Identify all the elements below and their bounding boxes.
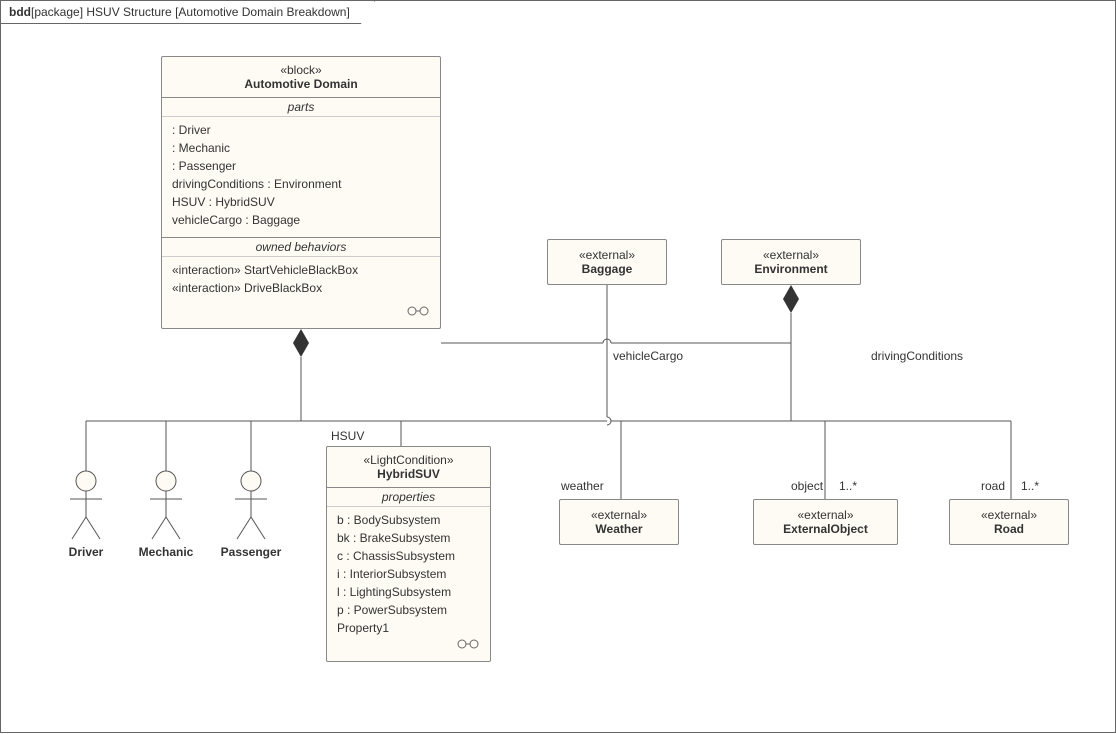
block-name: Baggage — [562, 262, 652, 276]
property-row: Property1 — [337, 619, 480, 637]
behavior-row: «interaction» DriveBlackBox — [172, 279, 430, 297]
stereotype-label: «LightCondition» — [337, 453, 480, 467]
section-title-properties: properties — [327, 488, 490, 507]
stereotype-label: «external» — [768, 508, 883, 522]
block-name: Weather — [574, 522, 664, 536]
behavior-row: «interaction» StartVehicleBlackBox — [172, 261, 430, 279]
label-drivingconditions: drivingConditions — [871, 349, 963, 363]
property-row: i : InteriorSubsystem — [337, 565, 480, 583]
label-weather: weather — [561, 479, 604, 493]
block-automotive-domain: «block» Automotive Domain parts : Driver… — [161, 56, 441, 329]
property-row: c : ChassisSubsystem — [337, 547, 480, 565]
label-object-mult: 1..* — [839, 479, 857, 493]
block-weather: «external» Weather — [559, 499, 679, 545]
section-title-behaviors: owned behaviors — [162, 238, 440, 257]
part-row: drivingConditions : Environment — [172, 175, 430, 193]
stereotype-label: «external» — [574, 508, 664, 522]
block-name: HybridSUV — [337, 467, 480, 481]
part-row: : Driver — [172, 121, 430, 139]
stereotype-label: «external» — [736, 248, 846, 262]
actor-icon — [231, 469, 271, 541]
frame-header: bdd[package] HSUV Structure [Automotive … — [1, 1, 375, 24]
block-baggage: «external» Baggage — [547, 239, 667, 285]
stereotype-label: «external» — [964, 508, 1054, 522]
actor-name: Driver — [51, 545, 121, 559]
part-row: HSUV : HybridSUV — [172, 193, 430, 211]
composition-diamond-automotive — [293, 329, 309, 357]
composition-diamond-environment — [783, 285, 799, 313]
block-name: Automotive Domain — [172, 77, 430, 91]
stereotype-label: «block» — [172, 63, 430, 77]
label-object: object — [791, 479, 823, 493]
section-body-parts: : Driver : Mechanic : Passenger drivingC… — [162, 117, 440, 237]
label-vehiclecargo: vehicleCargo — [613, 349, 683, 363]
block-externalobject: «external» ExternalObject — [753, 499, 898, 545]
property-row: bk : BrakeSubsystem — [337, 529, 480, 547]
block-hybridsuv: «LightCondition» HybridSUV properties b … — [326, 446, 491, 662]
actor-driver: Driver — [51, 469, 121, 559]
block-name: Road — [964, 522, 1054, 536]
part-row: : Mechanic — [172, 139, 430, 157]
actor-icon — [66, 469, 106, 541]
stereotype-label: «external» — [562, 248, 652, 262]
frame-kind: bdd — [9, 5, 31, 19]
block-environment: «external» Environment — [721, 239, 861, 285]
section-title-parts: parts — [162, 98, 440, 117]
block-road: «external» Road — [949, 499, 1069, 545]
label-road-mult: 1..* — [1021, 479, 1039, 493]
property-row: p : PowerSubsystem — [337, 601, 480, 619]
actor-mechanic: Mechanic — [131, 469, 201, 559]
block-header: «LightCondition» HybridSUV — [327, 447, 490, 488]
actor-name: Passenger — [216, 545, 286, 559]
label-road: road — [981, 479, 1005, 493]
block-header: «block» Automotive Domain — [162, 57, 440, 98]
section-body-behaviors: «interaction» StartVehicleBlackBox «inte… — [162, 257, 440, 319]
frame-title: [package] HSUV Structure [Automotive Dom… — [31, 5, 350, 19]
glasses-icon — [456, 638, 480, 653]
actor-passenger: Passenger — [216, 469, 286, 559]
label-hsuv: HSUV — [331, 429, 364, 443]
property-row: b : BodySubsystem — [337, 511, 480, 529]
actor-name: Mechanic — [131, 545, 201, 559]
diagram-frame: bdd[package] HSUV Structure [Automotive … — [0, 0, 1116, 733]
property-row: l : LightingSubsystem — [337, 583, 480, 601]
glasses-icon — [406, 305, 430, 320]
part-row: : Passenger — [172, 157, 430, 175]
block-name: Environment — [736, 262, 846, 276]
block-name: ExternalObject — [768, 522, 883, 536]
part-row: vehicleCargo : Baggage — [172, 211, 430, 229]
actor-icon — [146, 469, 186, 541]
